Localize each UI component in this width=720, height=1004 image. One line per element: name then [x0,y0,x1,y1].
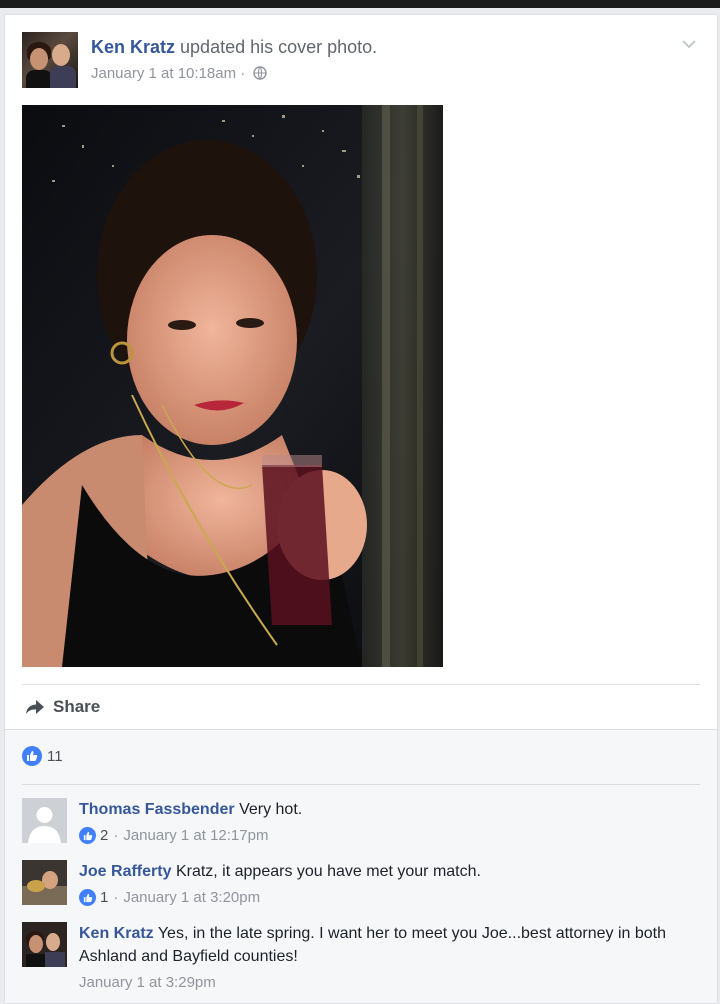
comment-like-count[interactable]: 2 [100,824,108,847]
commenter-avatar[interactable] [22,798,67,843]
likes-count: 11 [47,747,63,765]
author-avatar[interactable] [22,32,78,88]
post-action-text: updated his cover photo. [180,37,378,57]
share-button[interactable]: Share [25,695,100,719]
share-label: Share [53,697,101,716]
chevron-down-icon[interactable] [679,36,699,52]
post-timestamp[interactable]: January 1 at 10:18am [91,65,236,82]
cover-photo[interactable] [22,105,443,667]
author-name-link[interactable]: Ken Kratz [91,37,175,57]
comment-item: Thomas Fassbender Very hot. 2 · January … [22,798,700,848]
top-bar [0,0,720,8]
reactions-summary[interactable]: 11 [22,746,63,766]
post-headline: Ken Kratz updated his cover photo. [91,37,377,58]
commenter-avatar[interactable] [22,922,67,967]
thumbs-up-icon [79,889,96,906]
comment-item: Joe Rafferty Kratz, it appears you have … [22,860,700,910]
comments-divider [22,784,700,785]
thumbs-up-icon [22,746,42,766]
comment-timestamp[interactable]: January 1 at 3:29pm [79,971,216,994]
thumbs-up-icon [79,827,96,844]
share-arrow-icon [25,699,45,715]
meta-separator: · [240,65,246,82]
post-meta: January 1 at 10:18am · [91,65,268,84]
post-card: Ken Kratz updated his cover photo. Janua… [4,14,718,1004]
comment-item: Ken Kratz Yes, in the late spring. I wan… [22,922,700,1002]
meta-separator: · [113,827,119,844]
comments-section: 11 Thomas Fassbender Very hot. 2 · Janua… [5,729,717,1003]
meta-separator: · [113,889,119,906]
comment-like-count[interactable]: 1 [100,886,108,909]
globe-icon[interactable] [253,66,268,84]
comment-text: Very hot. [239,801,303,818]
comment-author-link[interactable]: Ken Kratz [79,925,154,942]
comment-author-link[interactable]: Thomas Fassbender [79,801,235,818]
comment-text: Kratz, it appears you have met your matc… [175,863,481,880]
comment-text: Yes, in the late spring. I want her to m… [79,925,666,965]
comment-timestamp[interactable]: January 1 at 3:20pm [123,886,260,909]
commenter-avatar[interactable] [22,860,67,905]
post-header: Ken Kratz updated his cover photo. Janua… [22,32,707,92]
actions-divider [22,684,700,685]
comment-timestamp[interactable]: January 1 at 12:17pm [123,824,268,847]
comment-author-link[interactable]: Joe Rafferty [79,863,171,880]
